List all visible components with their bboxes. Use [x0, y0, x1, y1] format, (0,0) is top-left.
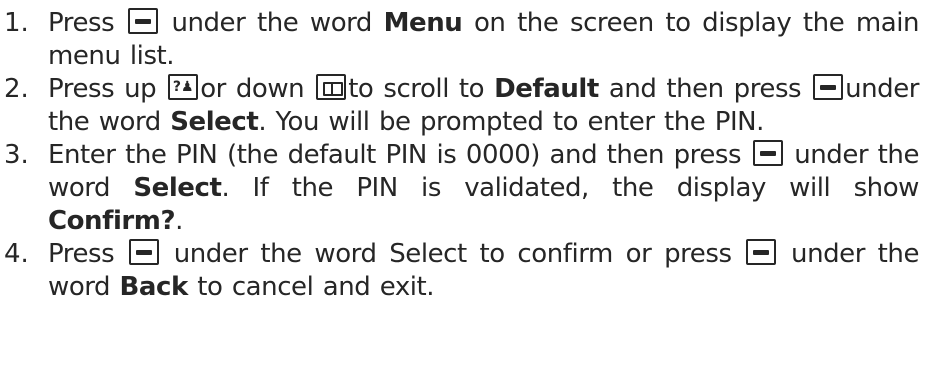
step-number: 3. [4, 140, 29, 170]
step-number: 4. [4, 239, 29, 269]
step-text: Press under the word Select to confirm o… [48, 238, 919, 304]
step-text-part: and then press [608, 74, 802, 104]
up-key-icon: ?♟ [168, 74, 199, 100]
soft-key-icon [752, 140, 783, 166]
step-bold-term: Default [494, 74, 599, 104]
up-key-glyph: ?♟ [172, 79, 194, 95]
step-bold-term: Confirm? [48, 206, 176, 236]
step-text-part: under the word [171, 8, 372, 38]
soft-key-icon [127, 8, 158, 34]
step-text-part: . If the PIN is validated, the display w… [221, 173, 919, 203]
step-text-part: . [175, 206, 183, 236]
step-text-part: Press up [48, 74, 157, 104]
instruction-list: 1. Press under the word Menu on the scre… [0, 0, 931, 384]
soft-key-icon [128, 239, 159, 265]
step-bold-term: Menu [383, 8, 463, 38]
step-1: 1. Press under the word Menu on the scre… [4, 7, 919, 73]
step-3: 3. Enter the PIN (the default PIN is 000… [4, 139, 919, 238]
step-text: Press up ?♟ or down to scroll to Default … [48, 73, 919, 139]
step-text-part: Press [48, 239, 115, 269]
step-number: 1. [4, 8, 29, 38]
step-text-part: to scroll to [348, 74, 485, 104]
soft-key-icon [813, 74, 844, 100]
step-text-part: to cancel and exit. [197, 272, 435, 302]
step-text-part: under the word Select to confirm or pres… [173, 239, 732, 269]
down-key-icon [316, 74, 347, 100]
step-bold-term: Select [170, 107, 259, 137]
step-text-part: Enter the PIN (the default PIN is 0000) … [48, 140, 742, 170]
step-number: 2. [4, 74, 29, 104]
step-text-part: or down [200, 74, 305, 104]
soft-key-icon [746, 239, 777, 265]
step-2: 2. Press up ?♟ or down to scroll to Defau… [4, 73, 919, 139]
step-bold-term: Back [119, 272, 189, 302]
step-text-part: . You will be prompted to enter the PIN. [258, 107, 764, 137]
step-text: Enter the PIN (the default PIN is 0000) … [48, 139, 919, 238]
step-4: 4. Press under the word Select to confir… [4, 238, 919, 304]
step-text-part: Press [48, 8, 115, 38]
step-text: Press under the word Menu on the screen … [48, 7, 919, 73]
step-bold-term: Select [133, 173, 222, 203]
